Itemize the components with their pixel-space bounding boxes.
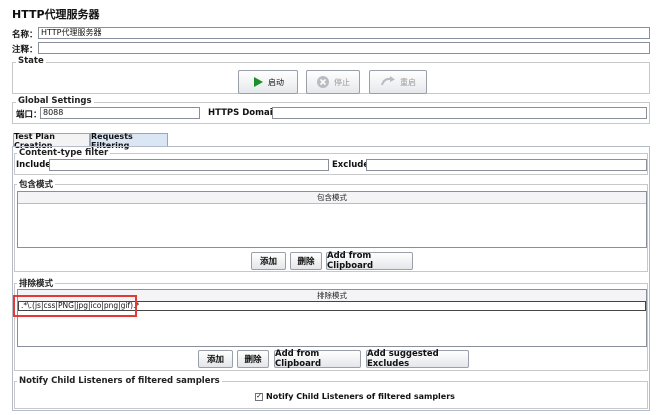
checkbox-icon[interactable]: ✓	[255, 392, 263, 401]
tab-test-plan-creation[interactable]: Test Plan Creation	[13, 132, 90, 150]
exclude-patterns-legend: 排除模式	[17, 277, 56, 289]
notify-checkbox-label: Notify Child Listeners of filtered sampl…	[266, 392, 455, 401]
include-patterns-legend: 包含模式	[17, 178, 56, 190]
start-label: 启动	[268, 77, 284, 87]
include-add-from-clipboard-button[interactable]: Add from Clipboard	[326, 251, 413, 271]
exclude-add-from-clipboard-button[interactable]: Add from Clipboard	[274, 349, 361, 369]
name-field[interactable]: HTTP代理服务器	[38, 27, 650, 39]
include-patterns-table[interactable]: 包含模式	[17, 191, 647, 248]
highlight-box	[13, 295, 137, 317]
include-add-button[interactable]: 添加	[251, 252, 286, 270]
restart-icon	[381, 76, 395, 86]
tab-requests-filtering[interactable]: Requests Filtering	[90, 132, 168, 150]
include-delete-button[interactable]: 删除	[290, 252, 322, 270]
notify-checkbox-row[interactable]: ✓ Notify Child Listeners of filtered sam…	[255, 392, 455, 401]
global-settings-legend: Global Settings	[16, 96, 94, 106]
play-icon	[254, 77, 263, 87]
https-domains-field[interactable]	[272, 107, 647, 119]
include-patterns-column-header[interactable]: 包含模式	[18, 192, 646, 204]
restart-button[interactable]: 重启	[369, 70, 427, 94]
port-label: 端口：	[16, 110, 42, 120]
exclude-delete-button[interactable]: 删除	[237, 350, 269, 368]
start-button[interactable]: 启动	[238, 70, 298, 94]
stop-button[interactable]: 停止	[306, 70, 360, 94]
port-field[interactable]: 8088	[40, 107, 200, 119]
exclude-field[interactable]	[366, 159, 647, 171]
notify-legend: Notify Child Listeners of filtered sampl…	[17, 376, 222, 386]
include-field[interactable]	[49, 159, 329, 171]
exclude-add-button[interactable]: 添加	[198, 350, 233, 368]
stop-icon	[317, 76, 329, 88]
page-title: HTTP代理服务器	[12, 8, 100, 21]
comment-label: 注释：	[12, 45, 38, 55]
stop-label: 停止	[334, 77, 350, 87]
restart-label: 重启	[400, 77, 416, 87]
comment-field[interactable]	[38, 42, 650, 54]
add-suggested-excludes-button[interactable]: Add suggested Excludes	[366, 349, 469, 369]
name-label: 名称：	[12, 30, 38, 40]
content-type-filter-legend: Content-type filter	[17, 148, 111, 158]
state-legend: State	[16, 56, 46, 66]
